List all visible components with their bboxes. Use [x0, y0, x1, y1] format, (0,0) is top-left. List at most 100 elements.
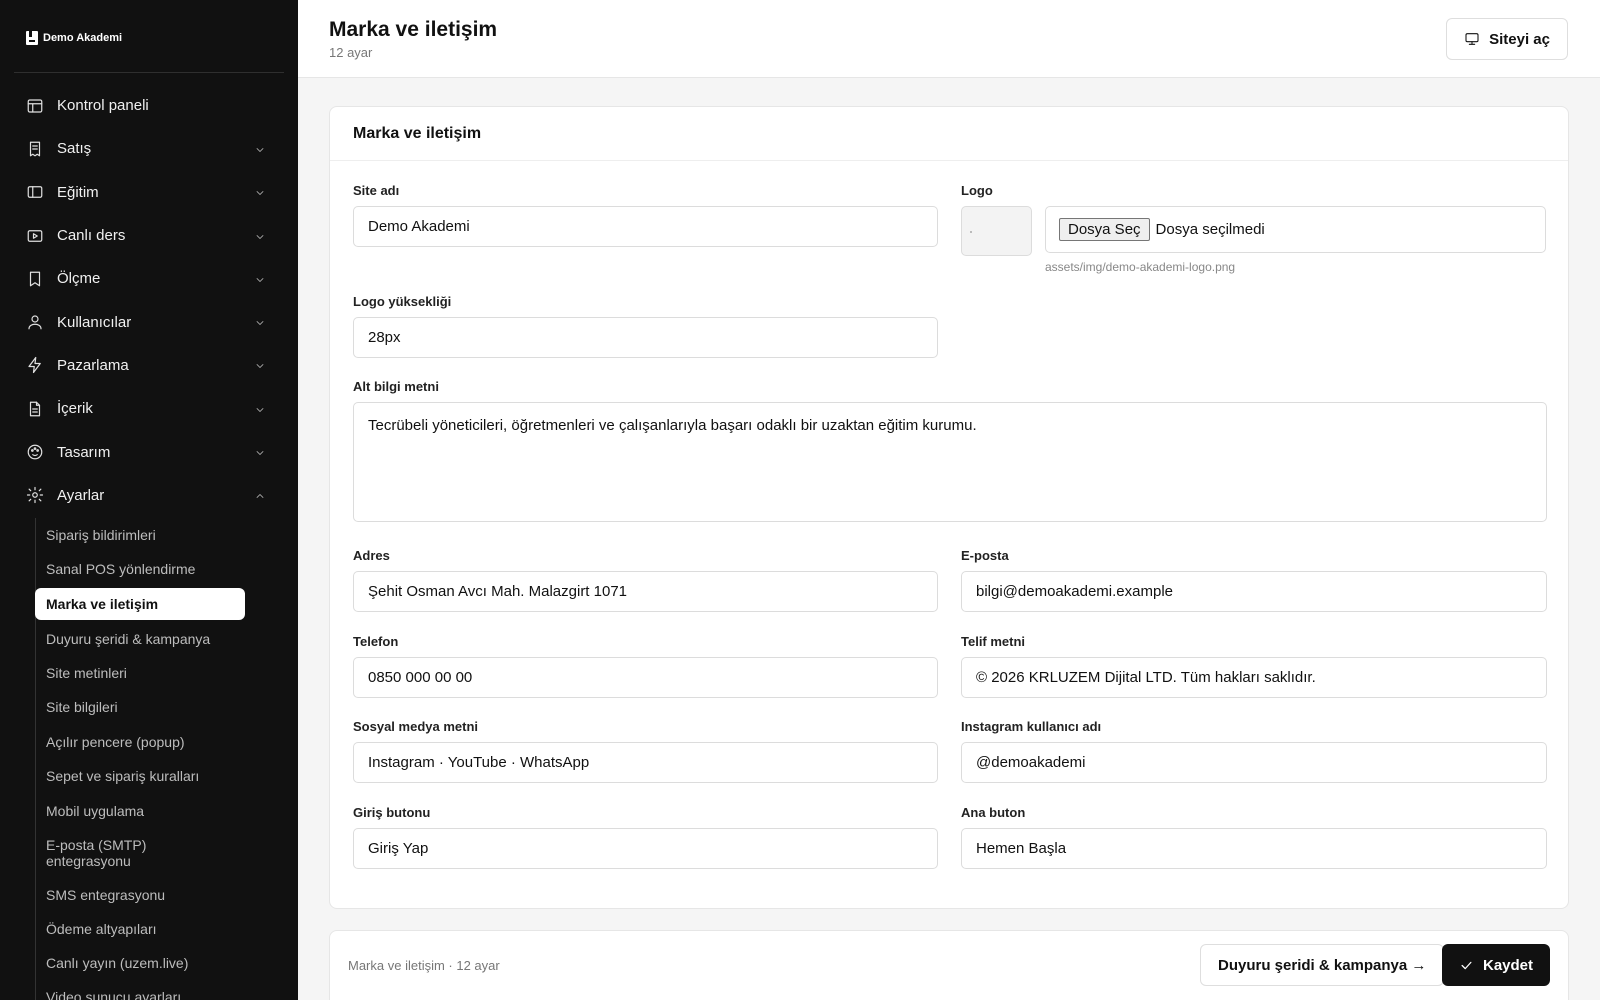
sidebar-item-label: Satış: [57, 140, 92, 158]
bolt-icon: [26, 356, 44, 374]
sidebar-item-education[interactable]: Eğitim: [14, 171, 284, 214]
logo-preview: [961, 206, 1032, 256]
sidebar-item-label: Kontrol paneli: [57, 97, 149, 115]
chevron-down-icon: [254, 143, 266, 155]
brand-logo-icon: [26, 31, 38, 45]
copyright-input[interactable]: © 2026 KRLUZEM Dijital LTD. Tüm hakları …: [961, 657, 1547, 698]
brand-name: Demo Akademi: [43, 32, 123, 44]
sidebar-item-marketing[interactable]: Pazarlama: [14, 344, 284, 387]
main-button-input[interactable]: Hemen Başla: [961, 828, 1547, 869]
check-icon: [1459, 958, 1474, 973]
logo-upload: Dosya Seç Dosya seçilmedi assets/img/dem…: [961, 206, 1547, 276]
save-label: Kaydet: [1482, 956, 1534, 974]
subnav-item-payment[interactable]: Ödeme altyapıları: [35, 921, 245, 937]
gear-icon: [26, 486, 44, 504]
brand[interactable]: Demo Akademi: [26, 31, 122, 45]
receipt-icon: [26, 140, 44, 158]
open-site-button[interactable]: Siteyi aç: [1446, 18, 1568, 60]
subnav-item-video-server[interactable]: Video sunucu ayarları: [35, 989, 245, 1000]
address-field: Adres Şehit Osman Avcı Mah. Malazgirt 10…: [353, 548, 938, 612]
settings-card: Marka ve iletişim Site adı Demo Akademi …: [329, 106, 1569, 909]
sidebar-item-design[interactable]: Tasarım: [14, 430, 284, 473]
sidebar-item-label: Eğitim: [57, 183, 99, 201]
subnav-item-sms[interactable]: SMS entegrasyonu: [35, 887, 245, 903]
sidebar-item-label: Ölçme: [57, 270, 101, 288]
subnav-item-live-stream[interactable]: Canlı yayın (uzem.live): [35, 955, 245, 971]
sidebar-item-label: Tasarım: [57, 443, 111, 461]
social-text-input[interactable]: Instagram · YouTube · WhatsApp: [353, 742, 938, 783]
logo-field: Logo Dosya Seç Dosya seçilmedi assets/im…: [961, 183, 1547, 276]
footer-text-textarea[interactable]: Tecrübeli yöneticileri, öğretmenleri ve …: [353, 402, 1547, 522]
sidebar-item-users[interactable]: Kullanıcılar: [14, 300, 284, 343]
sidebar-divider: [14, 72, 284, 73]
page-title: Marka ve iletişim: [329, 18, 498, 41]
login-button-label: Giriş butonu: [353, 805, 431, 820]
subnav-item-smtp[interactable]: E-posta (SMTP) entegrasyonu: [35, 837, 245, 869]
sidebar-item-label: İçerik: [57, 400, 93, 418]
sidebar-item-settings[interactable]: Ayarlar: [14, 474, 284, 517]
subnav-item-popup[interactable]: Açılır pencere (popup): [35, 734, 245, 750]
chevron-down-icon: [254, 403, 266, 415]
footer-info: Marka ve iletişim · 12 ayar: [348, 958, 500, 973]
subnav-item-cart-rules[interactable]: Sepet ve sipariş kuralları: [35, 768, 245, 784]
sidebar-item-live-class[interactable]: Canlı ders: [14, 214, 284, 257]
logo-height-field: Logo yüksekliği 28px: [353, 294, 938, 358]
chevron-down-icon: [254, 186, 266, 198]
email-label: E-posta: [961, 548, 1009, 563]
phone-label: Telefon: [353, 634, 399, 649]
sidebar-nav: Kontrol paneli Satış Eğitim Canlı ders Ö…: [14, 84, 284, 517]
subnav-item-order-notifications[interactable]: Sipariş bildirimleri: [35, 527, 245, 543]
subnav-item-brand-contact[interactable]: Marka ve iletişim: [35, 588, 245, 620]
site-name-input[interactable]: Demo Akademi: [353, 206, 938, 247]
chevron-up-icon: [254, 489, 266, 501]
subnav-item-site-texts[interactable]: Site metinleri: [35, 665, 245, 681]
sidebar-item-sales[interactable]: Satış: [14, 127, 284, 170]
social-text-label: Sosyal medya metni: [353, 719, 478, 734]
document-icon: [26, 400, 44, 418]
email-input[interactable]: bilgi@demoakademi.example: [961, 571, 1547, 612]
page-header: Marka ve iletişim 12 ayar Siteyi aç: [298, 0, 1600, 78]
address-input[interactable]: Şehit Osman Avcı Mah. Malazgirt 1071: [353, 571, 938, 612]
video-icon: [26, 227, 44, 245]
site-name-field: Site adı Demo Akademi: [353, 183, 938, 247]
sidebar-item-label: Ayarlar: [57, 486, 105, 504]
logo-label: Logo: [961, 183, 993, 198]
sidebar-item-label: Kullanıcılar: [57, 313, 132, 331]
instagram-label: Instagram kullanıcı adı: [961, 719, 1102, 734]
palette-icon: [26, 443, 44, 461]
next-section-button[interactable]: Duyuru şeridi & kampanya →: [1200, 944, 1445, 986]
login-button-field: Giriş butonu Giriş Yap: [353, 805, 938, 869]
sidebar-item-content[interactable]: İçerik: [14, 387, 284, 430]
logo-file-input[interactable]: Dosya Seç Dosya seçilmedi: [1045, 206, 1546, 253]
subnav-item-announcement[interactable]: Duyuru şeridi & kampanya: [35, 631, 245, 647]
monitor-icon: [1464, 31, 1480, 47]
sidebar-item-assessment[interactable]: Ölçme: [14, 257, 284, 300]
login-button-input[interactable]: Giriş Yap: [353, 828, 938, 869]
open-site-label: Siteyi aç: [1489, 30, 1550, 48]
sidebar-panel-icon: [26, 183, 44, 201]
logo-height-label: Logo yüksekliği: [353, 294, 452, 309]
sidebar-item-label: Pazarlama: [57, 356, 129, 374]
save-button[interactable]: Kaydet: [1442, 944, 1550, 986]
logo-height-input[interactable]: 28px: [353, 317, 938, 358]
email-field: E-posta bilgi@demoakademi.example: [961, 548, 1547, 612]
page-subtitle: 12 ayar: [329, 45, 373, 60]
bookmark-icon: [26, 270, 44, 288]
subnav-item-site-info[interactable]: Site bilgileri: [35, 699, 245, 715]
site-name-label: Site adı: [353, 183, 400, 198]
subnav-item-mobile-app[interactable]: Mobil uygulama: [35, 803, 245, 819]
choose-file-button[interactable]: Dosya Seç: [1059, 218, 1150, 241]
user-icon: [26, 313, 44, 331]
copyright-label: Telif metni: [961, 634, 1026, 649]
instagram-field: Instagram kullanıcı adı @demoakademi: [961, 719, 1547, 783]
subnav-item-virtual-pos[interactable]: Sanal POS yönlendirme: [35, 561, 245, 577]
sidebar-item-dashboard[interactable]: Kontrol paneli: [14, 84, 284, 127]
phone-input[interactable]: 0850 000 00 00: [353, 657, 938, 698]
layout-icon: [26, 97, 44, 115]
chevron-down-icon: [254, 230, 266, 242]
main-button-label: Ana buton: [961, 805, 1026, 820]
sidebar-item-label: Canlı ders: [57, 227, 126, 245]
instagram-input[interactable]: @demoakademi: [961, 742, 1547, 783]
chevron-down-icon: [254, 273, 266, 285]
footer-action-bar: Marka ve iletişim · 12 ayar Duyuru şerid…: [329, 930, 1569, 1000]
